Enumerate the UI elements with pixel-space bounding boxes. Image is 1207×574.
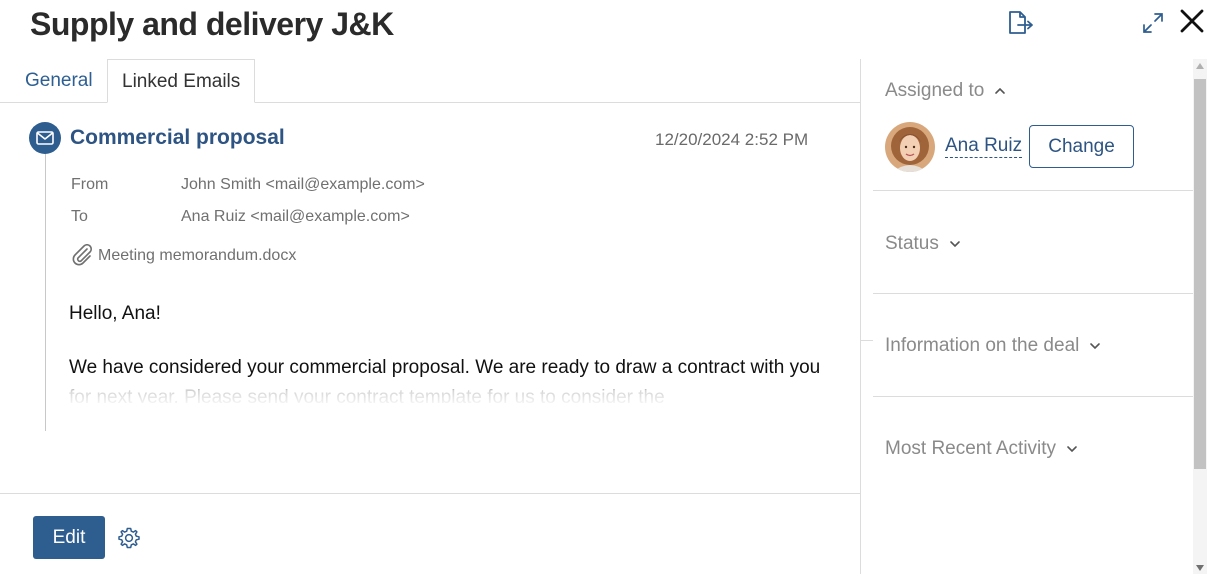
status-title: Status bbox=[885, 233, 939, 254]
email-greeting: Hello, Ana! bbox=[69, 303, 161, 324]
tab-general[interactable]: General bbox=[11, 59, 107, 103]
from-label: From bbox=[71, 176, 109, 193]
paperclip-icon bbox=[72, 244, 93, 266]
chevron-down-icon bbox=[950, 241, 960, 248]
status-header[interactable]: Status bbox=[885, 233, 961, 255]
scroll-thumb[interactable] bbox=[1194, 79, 1206, 469]
email-date: 12/20/2024 2:52 PM bbox=[655, 130, 809, 149]
deal-info-header[interactable]: Information on the deal bbox=[885, 335, 1101, 357]
assigned-to-title: Assigned to bbox=[885, 80, 985, 101]
section-divider bbox=[873, 190, 1194, 191]
scroll-down-arrow[interactable] bbox=[1196, 565, 1204, 571]
scrollbar[interactable] bbox=[1193, 59, 1207, 574]
tab-linked-emails[interactable]: Linked Emails bbox=[107, 59, 256, 103]
tab-bar: General Linked Emails bbox=[0, 59, 860, 103]
recent-activity-header[interactable]: Most Recent Activity bbox=[885, 438, 1078, 460]
export-icon[interactable] bbox=[1007, 10, 1035, 36]
close-icon[interactable] bbox=[1179, 8, 1205, 34]
to-label: To bbox=[71, 208, 88, 225]
assigned-to-header[interactable]: Assigned to bbox=[885, 80, 1006, 102]
attachment-link[interactable]: Meeting memorandum.docx bbox=[98, 247, 296, 265]
recent-activity-title: Most Recent Activity bbox=[885, 438, 1057, 459]
change-button[interactable]: Change bbox=[1029, 125, 1134, 168]
expand-icon[interactable] bbox=[1142, 12, 1164, 34]
to-value: Ana Ruiz <mail@example.com> bbox=[181, 208, 410, 225]
mail-icon bbox=[29, 122, 61, 154]
section-divider bbox=[873, 293, 1194, 294]
from-value: John Smith <mail@example.com> bbox=[181, 176, 425, 193]
chevron-up-icon bbox=[995, 87, 1006, 94]
avatar bbox=[885, 122, 935, 172]
details-panel: Assigned to Ana Ruiz Change Status Infor… bbox=[860, 59, 1194, 574]
email-subject[interactable]: Commercial proposal bbox=[70, 126, 285, 150]
chevron-down-icon bbox=[1090, 343, 1101, 350]
scroll-up-arrow[interactable] bbox=[1196, 63, 1204, 69]
chevron-down-icon bbox=[1067, 446, 1077, 453]
edit-button[interactable]: Edit bbox=[33, 516, 105, 559]
thread-line bbox=[45, 154, 46, 431]
footer-divider bbox=[0, 493, 860, 494]
email-body: We have considered your commercial propo… bbox=[69, 357, 821, 403]
section-divider bbox=[873, 396, 1194, 397]
deal-info-title: Information on the deal bbox=[885, 335, 1080, 356]
gear-icon[interactable] bbox=[117, 526, 141, 550]
page-title: Supply and delivery J&K bbox=[30, 6, 394, 42]
divider-tick bbox=[861, 340, 873, 341]
assignee-name[interactable]: Ana Ruiz bbox=[945, 135, 1023, 158]
